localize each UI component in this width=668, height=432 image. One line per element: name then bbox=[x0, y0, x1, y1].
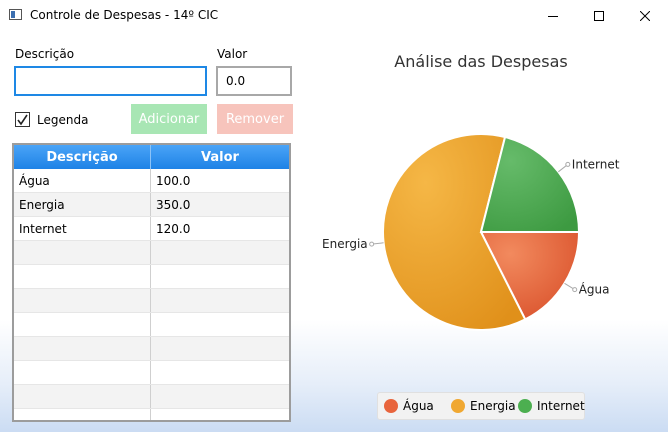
app-icon bbox=[9, 9, 22, 20]
label-anchor-dot bbox=[572, 287, 578, 293]
legend-swatch-icon bbox=[451, 399, 465, 413]
legend-item-internet[interactable]: Internet bbox=[518, 393, 585, 419]
legend-item-agua[interactable]: Água bbox=[384, 393, 434, 419]
legend-item-energia[interactable]: Energia bbox=[451, 393, 516, 419]
label-anchor-dot bbox=[369, 241, 375, 247]
legend-label: Internet bbox=[537, 399, 585, 413]
minimize-button[interactable] bbox=[530, 0, 576, 31]
main-area: Descrição Valor 0.0 Legenda Adicionar Re… bbox=[0, 31, 668, 432]
maximize-icon bbox=[594, 10, 604, 21]
minimize-icon bbox=[548, 15, 558, 17]
legend-swatch-icon bbox=[384, 399, 398, 413]
chart-legend: Água Energia Internet bbox=[377, 392, 585, 420]
legend-label: Energia bbox=[470, 399, 516, 413]
legend-label: Água bbox=[403, 399, 434, 413]
maximize-button[interactable] bbox=[576, 0, 622, 31]
slice-label: Água bbox=[579, 282, 610, 297]
label-anchor-dot bbox=[565, 161, 571, 167]
pie-chart: Água Energia Internet bbox=[322, 133, 620, 331]
title-bar: Controle de Despesas - 14º CIC bbox=[0, 0, 668, 31]
slice-label: Energia bbox=[322, 237, 368, 251]
slice-label: Internet bbox=[572, 157, 620, 171]
close-button[interactable] bbox=[622, 0, 668, 31]
legend-swatch-icon bbox=[518, 399, 532, 413]
close-icon bbox=[640, 10, 650, 21]
window-title: Controle de Despesas - 14º CIC bbox=[30, 8, 219, 22]
